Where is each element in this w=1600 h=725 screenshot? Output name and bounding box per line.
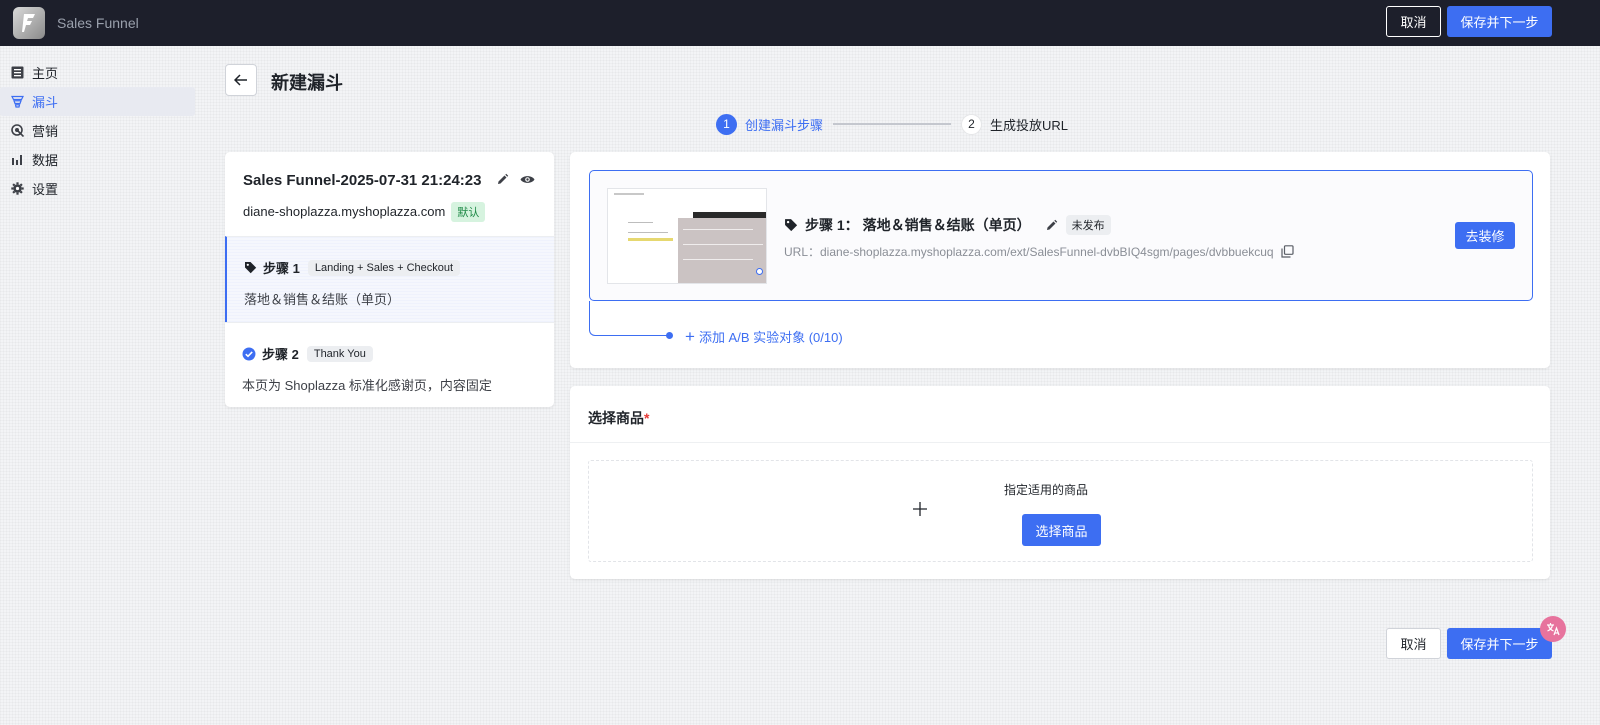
funnel-name: Sales Funnel-2025-07-31 21:24:23 <box>243 172 482 189</box>
funnel-step-2-tag: Thank You <box>306 345 373 362</box>
divider <box>570 442 1550 443</box>
preview-eye-icon[interactable] <box>520 173 535 189</box>
tag-icon <box>784 218 798 232</box>
required-mark: * <box>644 410 650 426</box>
bottom-cancel-button[interactable]: 取消 <box>1386 628 1441 659</box>
variant-url: URL：diane-shoplazza.myshoplazza.com/ext/… <box>784 243 1294 260</box>
product-hint: 指定适用的商品 <box>1004 483 1089 497</box>
target-icon <box>10 124 24 138</box>
unpublished-badge: 未发布 <box>1065 215 1111 235</box>
top-cancel-button[interactable]: 取消 <box>1386 6 1441 37</box>
funnel-overview-card: Sales Funnel-2025-07-31 21:24:23 diane-s… <box>225 152 554 407</box>
funnel-step-1-desc: 落地＆销售＆结账（单页） <box>244 292 401 307</box>
product-dropzone[interactable]: 指定适用的商品 选择商品 <box>588 460 1533 562</box>
plus-icon: + <box>685 327 695 346</box>
sidebar: 主页 漏斗 营销 数据 设置 <box>0 58 195 203</box>
funnel-step-2-desc: 本页为 Shoplazza 标准化感谢页，内容固定 <box>242 378 492 393</box>
funnel-step-1-header: 步骤 1 Landing + Sales + Checkout <box>244 258 461 277</box>
stepper-step-1-label: 创建漏斗步骤 <box>745 117 824 133</box>
step-detail-card: 步骤 1： 落地＆销售＆结账（单页） 未发布 URL：diane-shoplaz… <box>570 152 1550 368</box>
funnel-step-1-tag: Landing + Sales + Checkout <box>307 259 461 276</box>
sidebar-item-label: 设置 <box>32 182 59 197</box>
sidebar-item-home[interactable]: 主页 <box>0 58 195 87</box>
store-domain-text: diane-shoplazza.myshoplazza.com <box>243 204 446 219</box>
app-title: Sales Funnel <box>57 15 139 31</box>
sidebar-item-marketing[interactable]: 营销 <box>0 116 195 145</box>
plus-icon <box>912 499 928 521</box>
decorate-button[interactable]: 去装修 <box>1455 222 1515 249</box>
stepper-connector <box>833 123 952 125</box>
page-thumbnail[interactable] <box>607 188 767 284</box>
sidebar-item-label: 营销 <box>32 124 59 139</box>
select-products-button[interactable]: 选择商品 <box>1022 514 1101 546</box>
variant-title: 步骤 1： 落地＆销售＆结账（单页） 未发布 <box>784 215 1111 235</box>
connector-node <box>756 268 763 275</box>
check-circle-icon <box>242 347 256 361</box>
translate-icon[interactable] <box>1540 616 1566 642</box>
top-bar: Sales Funnel 取消 保存并下一步 <box>0 0 1600 46</box>
sidebar-item-label: 漏斗 <box>32 95 59 110</box>
stepper-step-2-label: 生成投放URL <box>990 117 1069 133</box>
app-logo-icon <box>13 7 45 39</box>
funnel-step-2[interactable]: 步骤 2 Thank You 本页为 Shoplazza 标准化感谢页，内容固定 <box>225 322 554 407</box>
sidebar-item-label: 数据 <box>32 153 59 168</box>
funnel-step-2-title: 步骤 2 <box>262 347 299 362</box>
default-badge: 默认 <box>451 202 486 222</box>
funnel-step-2-header: 步骤 2 Thank You <box>242 344 373 363</box>
product-section-title-text: 选择商品 <box>588 410 644 426</box>
stepper-step-1-number: 1 <box>716 113 737 135</box>
sidebar-item-funnel[interactable]: 漏斗 <box>0 87 195 116</box>
edit-icon[interactable] <box>496 173 509 189</box>
add-ab-variant-link[interactable]: + 添加 A/B 实验对象 (0/10) <box>685 327 843 346</box>
bar-chart-icon <box>10 153 24 167</box>
arrow-left-icon <box>234 74 247 86</box>
sidebar-item-label: 主页 <box>32 66 59 81</box>
bottom-save-next-button[interactable]: 保存并下一步 <box>1447 628 1552 659</box>
funnel-step-1-title: 步骤 1 <box>263 261 300 276</box>
product-section-title: 选择商品* <box>588 408 649 428</box>
variant-title-text: 步骤 1： 落地＆销售＆结账（单页） <box>805 217 1031 233</box>
sidebar-item-settings[interactable]: 设置 <box>0 174 195 203</box>
copy-icon[interactable] <box>1280 245 1294 258</box>
funnel-icon <box>10 95 24 109</box>
add-ab-variant-label: 添加 A/B 实验对象 (0/10) <box>698 330 843 345</box>
list-icon <box>10 66 24 80</box>
variant-url-text: URL：diane-shoplazza.myshoplazza.com/ext/… <box>784 245 1274 259</box>
ab-connector-line <box>589 301 669 336</box>
sidebar-item-data[interactable]: 数据 <box>0 145 195 174</box>
product-select-card: 选择商品* 指定适用的商品 选择商品 <box>570 386 1550 579</box>
stepper: 1 创建漏斗步骤 2 生成投放URL <box>716 113 1068 135</box>
funnel-step-1[interactable]: 步骤 1 Landing + Sales + Checkout 落地＆销售＆结账… <box>225 236 554 322</box>
stepper-step-2-number: 2 <box>961 113 983 135</box>
gear-icon <box>10 182 24 196</box>
edit-icon[interactable] <box>1045 219 1058 232</box>
page-title: 新建漏斗 <box>271 73 343 93</box>
store-domain: diane-shoplazza.myshoplazza.com 默认 <box>243 202 486 222</box>
tag-icon <box>244 261 257 274</box>
top-save-next-button[interactable]: 保存并下一步 <box>1447 6 1552 37</box>
ab-connector-dot <box>666 332 673 339</box>
page-variant-card[interactable]: 步骤 1： 落地＆销售＆结账（单页） 未发布 URL：diane-shoplaz… <box>589 170 1533 301</box>
back-button[interactable] <box>225 64 257 96</box>
